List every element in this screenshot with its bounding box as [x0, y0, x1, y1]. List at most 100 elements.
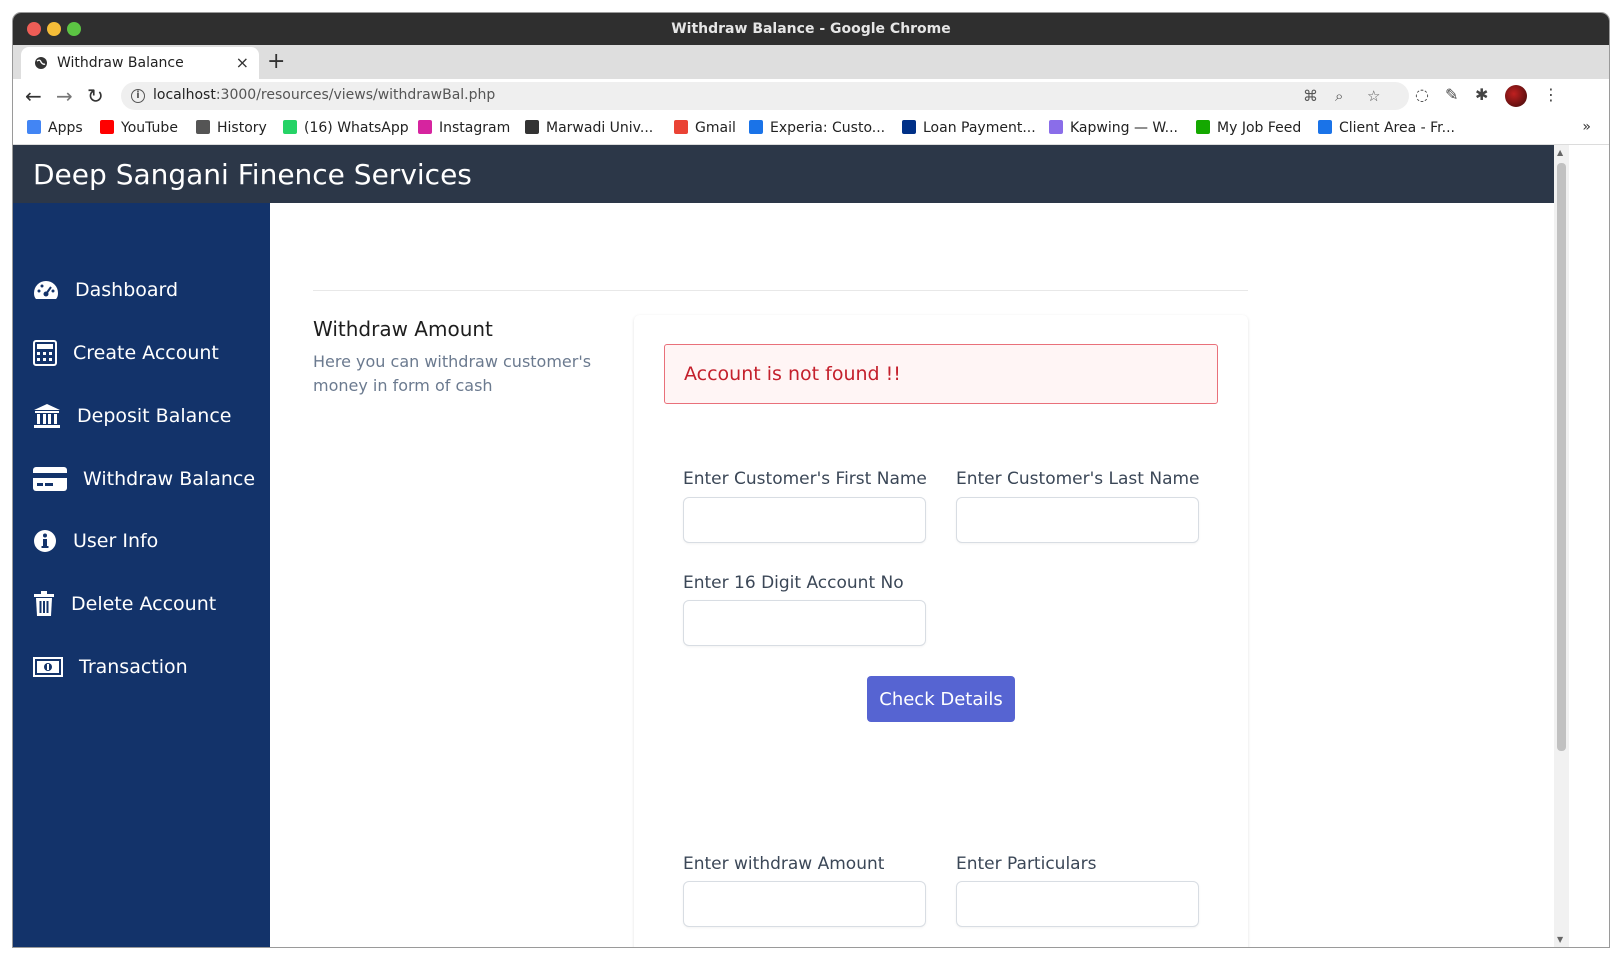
- title-bar: Withdraw Balance - Google Chrome: [13, 13, 1609, 45]
- bookmark-favicon-icon: [902, 120, 916, 134]
- account-no-input[interactable]: [683, 600, 926, 646]
- sidebar-item-label: Dashboard: [75, 279, 179, 301]
- section-description: Here you can withdraw customer's money i…: [313, 352, 592, 395]
- alert-message: Account is not found !!: [684, 363, 901, 385]
- bookmark-favicon-icon: [418, 120, 432, 134]
- bookmarks-overflow-button[interactable]: »: [1582, 119, 1591, 135]
- back-arrow-icon[interactable]: ←: [25, 84, 42, 108]
- reload-icon[interactable]: ↻: [87, 84, 104, 108]
- bookmark-item[interactable]: Kapwing — W...: [1049, 120, 1178, 136]
- last-name-label: Enter Customer's Last Name: [956, 469, 1200, 489]
- menu-kebab-icon[interactable]: ⋮: [1543, 85, 1559, 104]
- bookmark-label: Apps: [48, 120, 83, 136]
- credit-card-icon: [33, 467, 67, 491]
- bookmark-favicon-icon: [525, 120, 539, 134]
- bookmark-item[interactable]: Experia: Custo...: [749, 120, 885, 136]
- sidebar-item-transaction[interactable]: Transaction: [33, 650, 188, 684]
- puzzle-icon[interactable]: ✱: [1475, 85, 1488, 104]
- bookmark-item[interactable]: Client Area - Fr...: [1318, 120, 1455, 136]
- page-scrollbar[interactable]: ▲ ▼: [1554, 145, 1569, 947]
- bank-icon: [34, 404, 60, 428]
- sidebar-item-label: User Info: [73, 530, 159, 552]
- browser-toolbar: ← → ↻ i localhost:3000/resources/views/w…: [13, 79, 1609, 113]
- bookmark-label: Marwadi Univ...: [546, 120, 654, 136]
- last-name-input[interactable]: [956, 497, 1199, 543]
- sidebar-item-create-account[interactable]: Create Account: [33, 336, 219, 370]
- bookmark-label: Loan Payment...: [923, 120, 1036, 136]
- scroll-down-icon[interactable]: ▼: [1557, 935, 1563, 944]
- money-icon: [33, 657, 63, 677]
- eyedropper-icon[interactable]: ✎: [1445, 85, 1458, 104]
- bookmark-item[interactable]: Marwadi Univ...: [525, 120, 653, 136]
- bookmark-label: Gmail: [695, 120, 736, 136]
- particulars-input[interactable]: [956, 881, 1199, 927]
- first-name-input[interactable]: [683, 497, 926, 543]
- bookmark-label: Kapwing — W...: [1070, 120, 1178, 136]
- tab-withdraw-balance[interactable]: Withdraw Balance ×: [21, 47, 259, 79]
- bookmark-favicon-icon: [283, 120, 297, 134]
- site-info-icon[interactable]: i: [131, 89, 145, 103]
- sidebar-item-dashboard[interactable]: Dashboard: [33, 273, 178, 307]
- new-tab-button[interactable]: +: [267, 49, 285, 74]
- first-name-label: Enter Customer's First Name: [683, 469, 927, 489]
- error-alert: Account is not found !!: [664, 344, 1218, 404]
- address-bar[interactable]: i localhost:3000/resources/views/withdra…: [121, 82, 1409, 110]
- app-header: Deep Sangani Finence Services: [13, 145, 1554, 203]
- scroll-up-icon[interactable]: ▲: [1557, 148, 1563, 157]
- bookmark-favicon-icon: [1318, 120, 1332, 134]
- window-title: Withdraw Balance - Google Chrome: [671, 21, 951, 37]
- bookmark-label: Client Area - Fr...: [1339, 120, 1456, 136]
- bookmark-favicon-icon: [100, 120, 114, 134]
- translate-icon[interactable]: ⌘: [1303, 87, 1318, 105]
- bookmark-label: Instagram: [439, 120, 511, 136]
- sidebar-item-delete-account[interactable]: Delete Account: [33, 587, 216, 621]
- bookmark-item[interactable]: (16) WhatsApp: [283, 120, 409, 136]
- bookmark-label: YouTube: [121, 120, 178, 136]
- sidebar-item-label: Create Account: [73, 342, 219, 364]
- scrollbar-thumb[interactable]: [1557, 163, 1566, 751]
- brand-title: Deep Sangani Finence Services: [33, 158, 472, 191]
- profile-avatar[interactable]: [1505, 85, 1527, 107]
- bookmark-favicon-icon: [749, 120, 763, 134]
- calculator-icon: [33, 340, 57, 366]
- bookmark-item[interactable]: YouTube: [100, 120, 178, 136]
- bookmark-label: My Job Feed: [1217, 120, 1302, 136]
- sidebar-item-label: Delete Account: [71, 593, 217, 615]
- sidebar-item-user-info[interactable]: User Info: [33, 524, 158, 558]
- sidebar-item-withdraw-balance[interactable]: Withdraw Balance: [33, 462, 255, 496]
- forward-arrow-icon[interactable]: →: [56, 84, 73, 108]
- section-title: Withdraw Amount: [313, 317, 493, 341]
- check-details-button[interactable]: Check Details: [867, 676, 1015, 722]
- bookmarks-bar: Apps YouTube History (16) WhatsApp Instagram…: [13, 113, 1609, 145]
- sidebar-item-deposit-balance[interactable]: Deposit Balance: [33, 399, 231, 433]
- withdraw-amount-input[interactable]: [683, 881, 926, 927]
- extension-icon[interactable]: ◌: [1415, 85, 1429, 104]
- bookmark-favicon-icon: [674, 120, 688, 134]
- account-no-label: Enter 16 Digit Account No: [683, 573, 904, 593]
- info-icon: [34, 530, 56, 552]
- tab-close-icon[interactable]: ×: [236, 53, 249, 72]
- bookmark-label: Experia: Custo...: [770, 120, 886, 136]
- bookmark-item[interactable]: Apps: [27, 120, 83, 136]
- bookmark-item[interactable]: History: [196, 120, 267, 136]
- url-text[interactable]: localhost:3000/resources/views/withdrawB…: [153, 87, 495, 103]
- bookmark-item[interactable]: Loan Payment...: [902, 120, 1036, 136]
- sidebar: Dashboard Create Account Deposit Balance…: [13, 203, 270, 947]
- bookmark-favicon-icon: [1196, 120, 1210, 134]
- bookmark-favicon-icon: [196, 120, 210, 134]
- section-divider: [313, 290, 1248, 291]
- tab-title: Withdraw Balance: [57, 55, 184, 71]
- tab-strip: Withdraw Balance × +: [13, 45, 1609, 79]
- dashboard-icon: [34, 281, 58, 299]
- sidebar-item-label: Deposit Balance: [77, 405, 232, 427]
- page-viewport: Deep Sangani Finence Services Dashboard …: [13, 145, 1554, 947]
- bookmark-favicon-icon: [27, 120, 41, 134]
- bookmark-star-icon[interactable]: ☆: [1367, 87, 1380, 105]
- bookmark-item[interactable]: Instagram: [418, 120, 510, 136]
- bookmark-item[interactable]: My Job Feed: [1196, 120, 1301, 136]
- bookmark-item[interactable]: Gmail: [674, 120, 736, 136]
- trash-icon: [34, 591, 54, 616]
- zoom-icon[interactable]: ⌕: [1335, 87, 1343, 105]
- bookmark-label: History: [217, 120, 267, 136]
- globe-icon: [35, 57, 47, 69]
